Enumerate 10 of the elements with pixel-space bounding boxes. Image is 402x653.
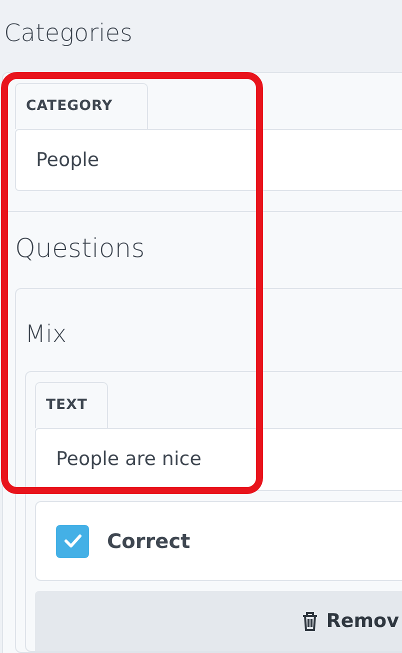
- checkbox-label: Correct: [107, 528, 190, 555]
- check-icon: [64, 534, 82, 548]
- category-input[interactable]: People: [15, 129, 402, 191]
- trash-icon: [302, 611, 318, 631]
- answer-input[interactable]: People are nice: [35, 428, 402, 491]
- question-title: Mix: [25, 319, 67, 350]
- checkbox[interactable]: [56, 524, 89, 558]
- page-title: Categories: [4, 18, 133, 49]
- remove-button[interactable]: Remov: [35, 591, 402, 651]
- section-heading: Questions: [15, 233, 145, 266]
